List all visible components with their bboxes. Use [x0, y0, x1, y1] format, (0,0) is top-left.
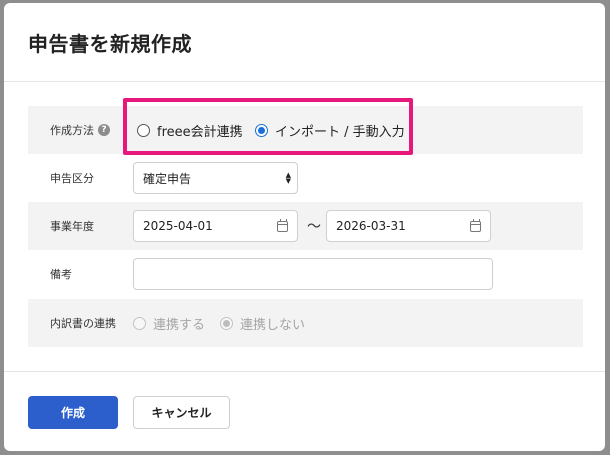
- category-select[interactable]: 確定申告 ▲ ▼: [133, 162, 298, 194]
- breakdown-link-label: 内訳書の連携: [50, 317, 116, 330]
- notes-input[interactable]: [133, 258, 493, 290]
- fiscal-year-label: 事業年度: [50, 220, 94, 233]
- breakdown-option-link: 連携する: [133, 299, 205, 347]
- method-label: 作成方法: [50, 124, 94, 137]
- date-range-separator: ～: [307, 219, 321, 235]
- breakdown-option-nolink-label: 連携しない: [240, 317, 306, 333]
- category-select-value: 確定申告: [143, 171, 192, 186]
- breakdown-option-nolink: 連携しない: [220, 299, 305, 347]
- help-icon[interactable]: ?: [98, 124, 110, 136]
- dialog-header: 申告書を新規作成: [4, 3, 605, 82]
- fiscal-start-date-value: 2025-04-01: [143, 219, 213, 233]
- notes-row: 備考: [28, 250, 583, 298]
- calendar-icon[interactable]: [277, 219, 288, 232]
- fiscal-end-date-value: 2026-03-31: [336, 219, 406, 233]
- create-return-dialog: 申告書を新規作成 作成方法 ? freee会計連携 インポート / 手動入力 申…: [4, 3, 605, 451]
- calendar-icon[interactable]: [470, 219, 481, 232]
- select-arrows-icon: ▲ ▼: [285, 171, 291, 185]
- highlight-annotation-box: [123, 98, 413, 155]
- category-label: 申告区分: [50, 172, 94, 185]
- dialog-footer: 作成 キャンセル: [4, 371, 605, 451]
- breakdown-option-link-label: 連携する: [153, 317, 206, 333]
- notes-label: 備考: [50, 268, 72, 281]
- dialog-title: 申告書を新規作成: [28, 32, 192, 56]
- radio-disabled-icon: [133, 316, 146, 330]
- category-row: 申告区分 確定申告 ▲ ▼: [28, 154, 583, 202]
- create-button[interactable]: 作成: [28, 396, 118, 429]
- fiscal-end-date-input[interactable]: 2026-03-31: [326, 210, 491, 242]
- method-label-wrap: 作成方法 ?: [50, 106, 110, 154]
- cancel-button[interactable]: キャンセル: [133, 396, 230, 429]
- fiscal-year-row: 事業年度 2025-04-01 ～ 2026-03-31: [28, 202, 583, 250]
- radio-disabled-checked-icon: [220, 316, 233, 330]
- breakdown-link-row: 内訳書の連携 連携する 連携しない: [28, 299, 583, 347]
- fiscal-start-date-input[interactable]: 2025-04-01: [133, 210, 298, 242]
